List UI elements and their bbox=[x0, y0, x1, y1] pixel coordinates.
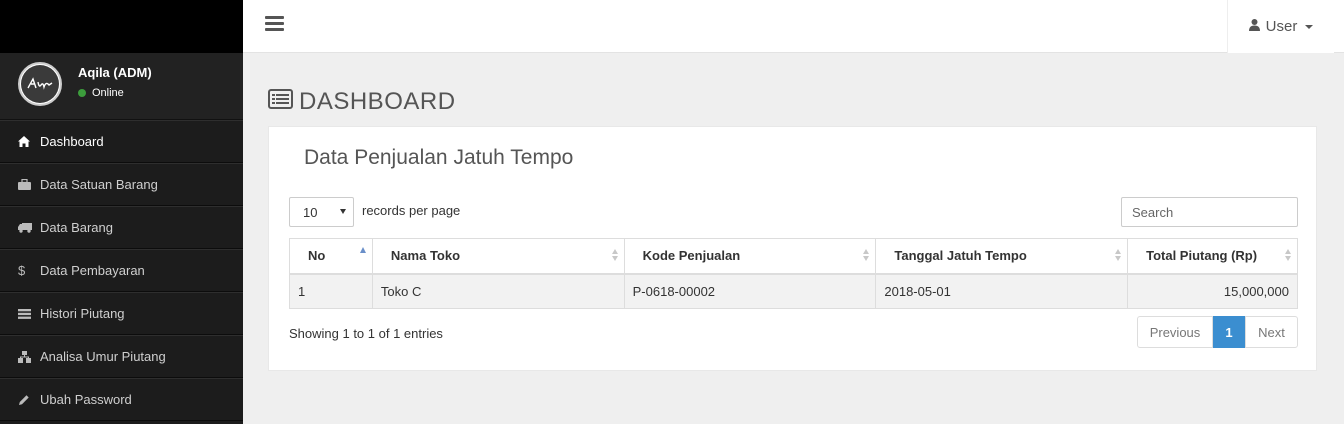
data-table: No Nama Toko Kode Penjualan Tanggal Jatu… bbox=[289, 238, 1298, 309]
page-1-button[interactable]: 1 bbox=[1213, 316, 1245, 348]
sidebar-item-data-satuan-barang[interactable]: Data Satuan Barang bbox=[0, 163, 243, 206]
records-per-page-value: 10 bbox=[303, 204, 318, 220]
sidebar-item-label: Data Barang bbox=[40, 220, 113, 235]
list-icon bbox=[18, 308, 40, 319]
sidebar-item-label: Analisa Umur Piutang bbox=[40, 349, 166, 364]
sidebar-item-data-pembayaran[interactable]: $ Data Pembayaran bbox=[0, 249, 243, 292]
sidebar-item-histori-piutang[interactable]: Histori Piutang bbox=[0, 292, 243, 335]
table-row: 1 Toko C P-0618-00002 2018-05-01 15,000,… bbox=[289, 273, 1298, 309]
top-navbar: User bbox=[243, 0, 1344, 53]
data-panel: Data Penjualan Jatuh Tempo 10 records pe… bbox=[268, 126, 1317, 371]
column-header-tanggal-jatuh-tempo[interactable]: Tanggal Jatuh Tempo bbox=[875, 238, 1129, 275]
cell-tanggal-jatuh-tempo: 2018-05-01 bbox=[875, 273, 1129, 309]
table-info: Showing 1 to 1 of 1 entries bbox=[289, 326, 443, 341]
sidebar-item-data-barang[interactable]: Data Barang bbox=[0, 206, 243, 249]
column-header-no[interactable]: No bbox=[289, 238, 373, 275]
sort-icon bbox=[1285, 249, 1292, 263]
sidebar-item-label: Ubah Password bbox=[40, 392, 132, 407]
sidebar-item-analisa-umur-piutang[interactable]: Analisa Umur Piutang bbox=[0, 335, 243, 378]
truck-icon bbox=[18, 222, 40, 233]
sidebar-item-ubah-password[interactable]: Ubah Password bbox=[0, 378, 243, 421]
cell-no: 1 bbox=[289, 273, 373, 309]
user-name: Aqila (ADM) bbox=[78, 65, 152, 80]
dropdown-arrow-icon bbox=[340, 209, 346, 214]
cell-nama-toko: Toko C bbox=[371, 273, 625, 309]
briefcase-icon bbox=[18, 179, 40, 190]
sidebar-item-label: Data Pembayaran bbox=[40, 263, 145, 278]
column-header-total-piutang[interactable]: Total Piutang (Rp) bbox=[1127, 238, 1298, 275]
sidebar-header bbox=[0, 0, 243, 53]
pagination: Previous 1 Next bbox=[1137, 316, 1298, 348]
sidebar-item-label: Data Satuan Barang bbox=[40, 177, 158, 192]
pencil-icon bbox=[18, 394, 40, 406]
user-menu-dropdown[interactable]: User bbox=[1227, 0, 1334, 53]
search-input[interactable] bbox=[1121, 197, 1298, 227]
list-alt-icon bbox=[268, 88, 293, 116]
user-panel: Aqila (ADM) Online bbox=[0, 53, 243, 120]
user-icon bbox=[1248, 18, 1260, 35]
page-title: DASHBOARD bbox=[268, 88, 456, 116]
sort-icon bbox=[611, 249, 619, 263]
user-status-label: Online bbox=[92, 87, 124, 99]
previous-page-button[interactable]: Previous bbox=[1137, 316, 1213, 348]
panel-heading: Data Penjualan Jatuh Tempo bbox=[304, 146, 574, 169]
avatar-logo-icon bbox=[21, 65, 59, 103]
column-header-nama-toko[interactable]: Nama Toko bbox=[371, 238, 625, 275]
sidebar-item-label: Histori Piutang bbox=[40, 306, 125, 321]
column-header-kode-penjualan[interactable]: Kode Penjualan bbox=[623, 238, 877, 275]
table-header-row: No Nama Toko Kode Penjualan Tanggal Jatu… bbox=[289, 238, 1298, 275]
sitemap-icon bbox=[18, 350, 40, 363]
caret-down-icon bbox=[1305, 24, 1314, 29]
avatar bbox=[18, 62, 62, 106]
sort-icon bbox=[1115, 249, 1122, 263]
next-page-button[interactable]: Next bbox=[1245, 316, 1298, 348]
bars-icon[interactable] bbox=[265, 16, 284, 32]
cell-kode-penjualan: P-0618-00002 bbox=[623, 273, 877, 309]
sidebar: Aqila (ADM) Online Dashboard Data Satuan… bbox=[0, 0, 243, 424]
dollar-icon: $ bbox=[18, 263, 26, 278]
home-icon bbox=[18, 136, 40, 147]
sidebar-item-dashboard[interactable]: Dashboard bbox=[0, 120, 243, 163]
sidebar-item-label: Dashboard bbox=[40, 134, 104, 149]
records-per-page-label: records per page bbox=[362, 203, 461, 218]
user-menu-label: User bbox=[1265, 18, 1298, 35]
online-status-icon bbox=[78, 89, 86, 97]
records-per-page-select[interactable]: 10 bbox=[289, 197, 354, 227]
cell-total-piutang: 15,000,000 bbox=[1127, 273, 1298, 309]
user-status: Online bbox=[78, 87, 124, 99]
sidebar-menu: Dashboard Data Satuan Barang Data Barang… bbox=[0, 120, 243, 421]
sort-icon bbox=[863, 249, 870, 263]
sort-asc-icon bbox=[359, 247, 367, 261]
page-title-text: DASHBOARD bbox=[299, 88, 456, 115]
